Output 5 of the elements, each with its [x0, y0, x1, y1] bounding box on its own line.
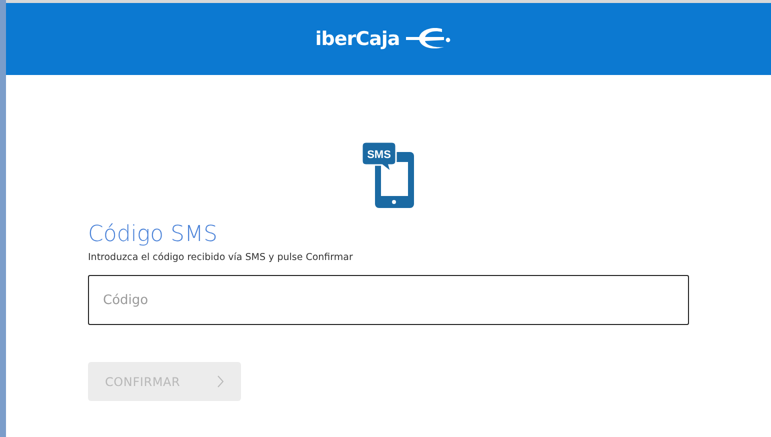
chevron-right-icon [217, 375, 224, 388]
logo-text: iberCaja [315, 28, 400, 50]
code-input-field[interactable]: Código [88, 275, 689, 325]
title: Código SMS [88, 222, 218, 248]
subtitle: Introduzca el código recibido vía SMS y pulse Confirmar [88, 252, 354, 263]
